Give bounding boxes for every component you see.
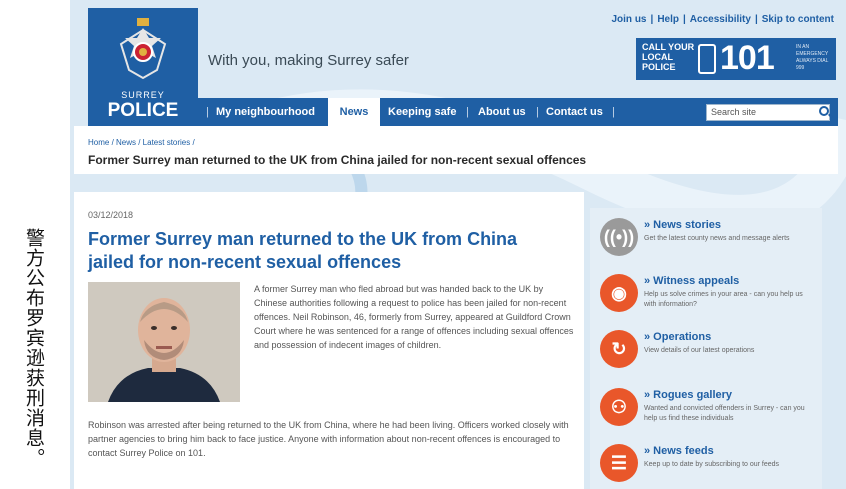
- sidebar-links: ((•)) » News stories Get the latest coun…: [590, 208, 822, 489]
- search-icon: [819, 106, 829, 116]
- sidebar-item-rogues-gallery[interactable]: ⚇ » Rogues gallery Wanted and convicted …: [600, 384, 816, 440]
- sidebar-item-desc: View details of our latest operations: [644, 347, 755, 354]
- sidebar-item-title: » News stories: [644, 219, 722, 231]
- sidebar-item-desc: Get the latest county news and message a…: [644, 235, 790, 242]
- arrows-icon: ↻: [600, 330, 638, 368]
- sidebar-item-desc: Wanted and convicted offenders in Surrey…: [644, 405, 805, 422]
- surrey-police-logo[interactable]: SURREY POLICE: [88, 8, 198, 126]
- site-tagline: With you, making Surrey safer: [208, 52, 409, 69]
- nav-separator: |: [206, 106, 209, 118]
- page-heading: Former Surrey man returned to the UK fro…: [88, 153, 587, 167]
- sidebar-item-news-feeds[interactable]: ☰ » News feeds Keep up to date by subscr…: [600, 440, 816, 489]
- sidebar-item-title: » News feeds: [644, 445, 714, 457]
- logo-police-text: POLICE: [107, 100, 179, 121]
- help-link[interactable]: Help: [657, 14, 679, 25]
- rss-icon: ☰: [600, 444, 638, 482]
- caption-strip: 警方公布罗宾逊获刑消息。: [0, 0, 70, 489]
- logo-surrey-text: SURREY: [121, 90, 165, 100]
- call-your-local-police-text: CALL YOUR LOCAL POLICE: [642, 42, 695, 72]
- accessibility-link[interactable]: Accessibility: [690, 14, 751, 25]
- sidebar-item-news-stories[interactable]: ((•)) » News stories Get the latest coun…: [600, 214, 816, 270]
- nav-separator: |: [466, 106, 469, 118]
- man-portrait-image: [88, 282, 240, 402]
- phone-icon: [698, 44, 716, 74]
- search-button[interactable]: [816, 104, 832, 121]
- search-input[interactable]: Search site: [706, 104, 830, 121]
- breadcrumb[interactable]: Home / News / Latest stories /: [88, 138, 195, 147]
- call-101-banner[interactable]: CALL YOUR LOCAL POLICE 101 IN AN EMERGEN…: [636, 38, 836, 80]
- join-us-link[interactable]: Join us: [611, 14, 646, 25]
- nav-contact-us[interactable]: Contact us: [546, 98, 603, 126]
- news-article: 03/12/2018 Former Surrey man returned to…: [74, 192, 584, 489]
- people-icon: ⚇: [600, 388, 638, 426]
- sidebar-item-operations[interactable]: ↻ » Operations View details of our lates…: [600, 326, 816, 382]
- sidebar-item-title: » Witness appeals: [644, 275, 740, 287]
- article-body-paragraph: Robinson was arrested after being return…: [88, 420, 569, 458]
- screenshot-frame: 警方公布罗宾逊获刑消息。 SURREY POLICE With you, mak…: [0, 0, 846, 489]
- suspect-photo: [88, 282, 240, 402]
- nav-separator: |: [536, 106, 539, 118]
- call-number: 101: [720, 39, 775, 77]
- sidebar-item-witness-appeals[interactable]: ◉ » Witness appeals Help us solve crimes…: [600, 270, 816, 326]
- photo-caption: 警方公布罗宾逊获刑消息。: [23, 228, 45, 468]
- article-intro-paragraph: A former Surrey man who fled abroad but …: [254, 284, 574, 350]
- sidebar-item-desc: Keep up to date by subscribing to our fe…: [644, 461, 780, 468]
- nav-keeping-safe[interactable]: Keeping safe: [388, 98, 456, 126]
- sidebar-item-desc: Help us solve crimes in your area - can …: [644, 291, 803, 308]
- nav-about-us[interactable]: About us: [478, 98, 526, 126]
- utility-links: Join us | Help | Accessibility | Skip to…: [611, 14, 834, 25]
- skip-to-content-link[interactable]: Skip to content: [762, 14, 834, 25]
- nav-news-active[interactable]: News: [328, 98, 380, 126]
- surrey-police-webpage: SURREY POLICE With you, making Surrey sa…: [70, 0, 846, 489]
- nav-my-neighbourhood[interactable]: My neighbourhood: [216, 98, 315, 126]
- link-separator: |: [754, 14, 758, 25]
- article-title: Former Surrey man returned to the UK fro…: [88, 229, 518, 272]
- article-date: 03/12/2018: [88, 210, 134, 220]
- emergency-note: IN AN EMERGENCY ALWAYS DIAL 999: [796, 44, 829, 71]
- sidebar-item-title: » Operations: [644, 331, 712, 343]
- sidebar-item-title: » Rogues gallery: [644, 389, 733, 401]
- police-crest-icon: [119, 18, 167, 80]
- eye-icon: ◉: [600, 274, 638, 312]
- nav-separator: |: [612, 106, 615, 118]
- breadcrumb-panel: Home / News / Latest stories / Former Su…: [74, 126, 838, 174]
- radio-waves-icon: ((•)): [600, 218, 638, 256]
- link-separator: |: [682, 14, 686, 25]
- main-navigation: | My neighbourhood News Keeping safe | A…: [198, 98, 838, 126]
- link-separator: |: [650, 14, 654, 25]
